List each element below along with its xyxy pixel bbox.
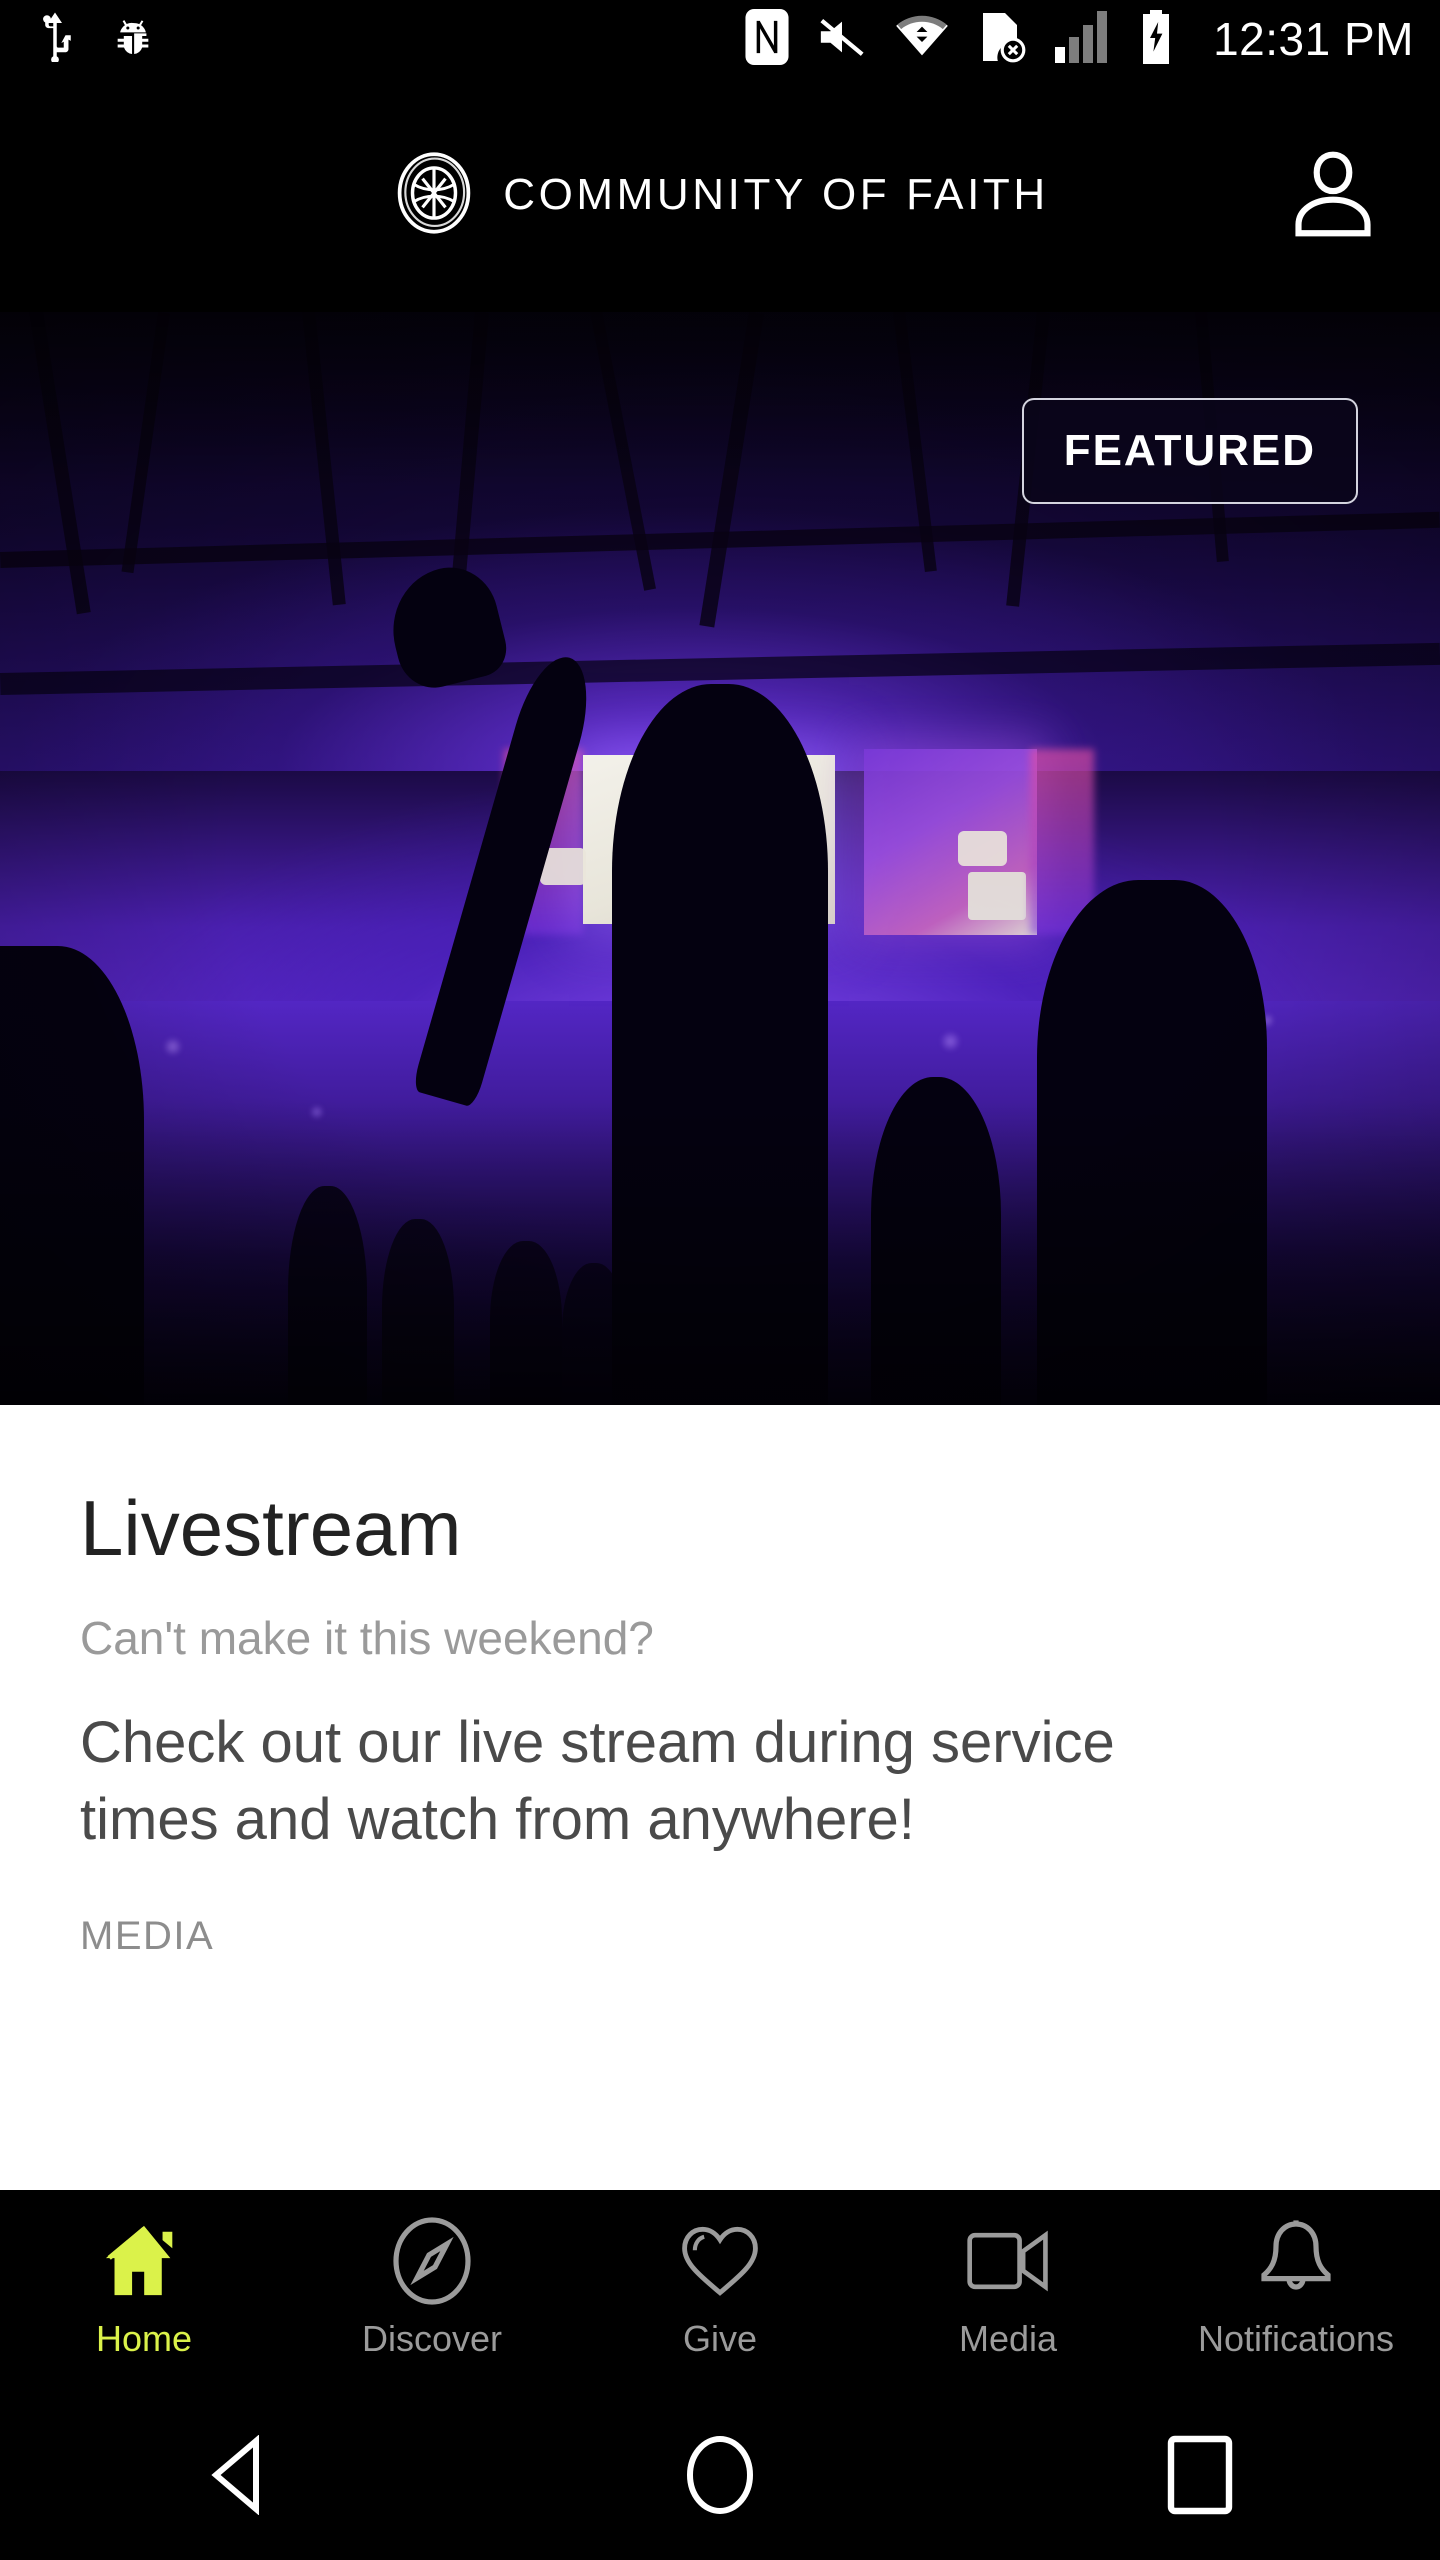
nav-item-give[interactable]: Give [576,2220,864,2360]
featured-badge-label: FEATURED [1063,426,1316,475]
bell-icon [1255,2220,1337,2302]
video-camera-icon [967,2220,1049,2302]
nav-item-home[interactable]: Home [0,2220,288,2360]
home-circle-icon[interactable] [630,2420,810,2530]
card-category: MEDIA [80,1914,215,1959]
compass-icon [391,2217,473,2305]
usb-icon [34,12,76,67]
nav-label-give: Give [682,2318,758,2359]
nav-item-notifications[interactable]: Notifications [1152,2220,1440,2360]
status-bar-left-icons [0,12,156,67]
battery-charging-icon [1139,9,1173,69]
hero-banner[interactable]: FEATURED [0,312,1440,1405]
status-bar: 12:31 PM [0,0,1440,78]
featured-badge: FEATURED [1021,398,1358,504]
recents-square-icon[interactable] [1110,2420,1290,2530]
person-icon [1290,147,1376,244]
card-subtitle: Can't make it this weekend? [80,1612,654,1664]
card-body: Check out our live stream during service… [80,1710,1115,1852]
brand-lockup: COMMUNITY OF FAITH [391,150,1049,241]
nfc-icon [745,8,789,70]
nav-label-discover: Discover [361,2318,503,2359]
nav-label-home: Home [95,2318,193,2359]
volume-mute-icon [817,15,867,64]
home-icon [103,2220,185,2302]
status-bar-right-icons: 12:31 PM [745,8,1440,70]
nav-label-notifications: Notifications [1197,2318,1395,2359]
back-triangle-icon[interactable] [150,2420,330,2530]
app-header: COMMUNITY OF FAITH [0,78,1440,312]
app-title: COMMUNITY OF FAITH [503,170,1049,219]
nav-item-media[interactable]: Media [864,2220,1152,2360]
globe-cross-logo [391,150,477,241]
app-screen: 12:31 PM COMMUNITY OF FAITH FEATURED Liv… [0,0,1440,2560]
android-debug-icon [110,14,156,65]
status-bar-clock: 12:31 PM [1213,13,1414,65]
signal-bars-icon [1055,10,1111,68]
nav-item-discover[interactable]: Discover [288,2217,576,2360]
system-navigation-bar [0,2390,1440,2560]
profile-button[interactable] [1278,140,1388,250]
no-sim-icon [977,11,1027,68]
card-title: Livestream [80,1484,462,1572]
heart-icon [679,2220,761,2302]
bottom-navigation: Home Discover Give Media Notifications [0,2190,1440,2390]
wifi-icon [895,15,949,64]
content-card[interactable]: Livestream Can't make it this weekend? C… [0,1405,1440,2190]
nav-label-media: Media [958,2318,1058,2359]
